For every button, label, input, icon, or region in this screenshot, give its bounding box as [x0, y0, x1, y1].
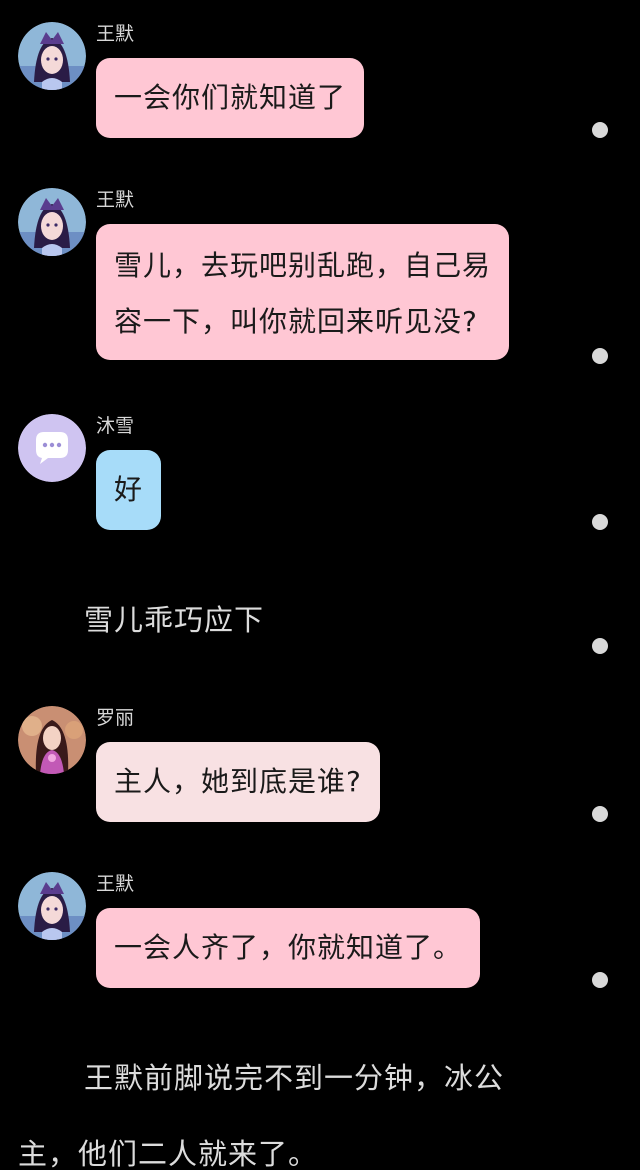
message-text-line: 容一下，叫你就回来听见没?	[114, 305, 478, 338]
status-dot	[592, 972, 608, 988]
message-bubble[interactable]: 一会你们就知道了	[96, 58, 365, 138]
message-text: 一会你们就知道了	[114, 81, 347, 114]
message-text: 好	[114, 473, 144, 506]
message-text: 主人，她到底是谁?	[114, 765, 362, 798]
sender-name: 罗丽	[96, 707, 135, 729]
sender-name: 王默	[96, 189, 135, 211]
sender-name: 沐雪	[96, 415, 135, 437]
narration-text: 雪儿乖巧应下	[84, 603, 265, 637]
message-text: 一会人齐了，你就知道了。	[114, 931, 463, 964]
sender-name: 王默	[96, 23, 135, 45]
luoli-avatar[interactable]	[18, 706, 86, 774]
status-dot	[592, 122, 608, 138]
message-bubble[interactable]: 好	[96, 450, 162, 530]
wangmo-avatar[interactable]	[18, 872, 86, 940]
message-bubble[interactable]: 雪儿，去玩吧别乱跑，自己易 容一下，叫你就回来听见没?	[96, 224, 510, 360]
chat-bubble-avatar[interactable]	[18, 414, 86, 482]
status-dot	[592, 638, 608, 654]
status-dot	[592, 514, 608, 530]
wangmo-avatar[interactable]	[18, 22, 86, 90]
status-dot	[592, 806, 608, 822]
status-dot	[592, 348, 608, 364]
narration-text: 王默前脚说完不到一分钟，冰公	[84, 1061, 505, 1095]
message-bubble[interactable]: 主人，她到底是谁?	[96, 742, 380, 822]
narration-text: 主，他们二人就来了。	[18, 1137, 319, 1170]
message-text-line: 雪儿，去玩吧别乱跑，自己易	[114, 249, 492, 282]
wangmo-avatar[interactable]	[18, 188, 86, 256]
message-bubble[interactable]: 一会人齐了，你就知道了。	[96, 908, 481, 988]
sender-name: 王默	[96, 873, 135, 895]
